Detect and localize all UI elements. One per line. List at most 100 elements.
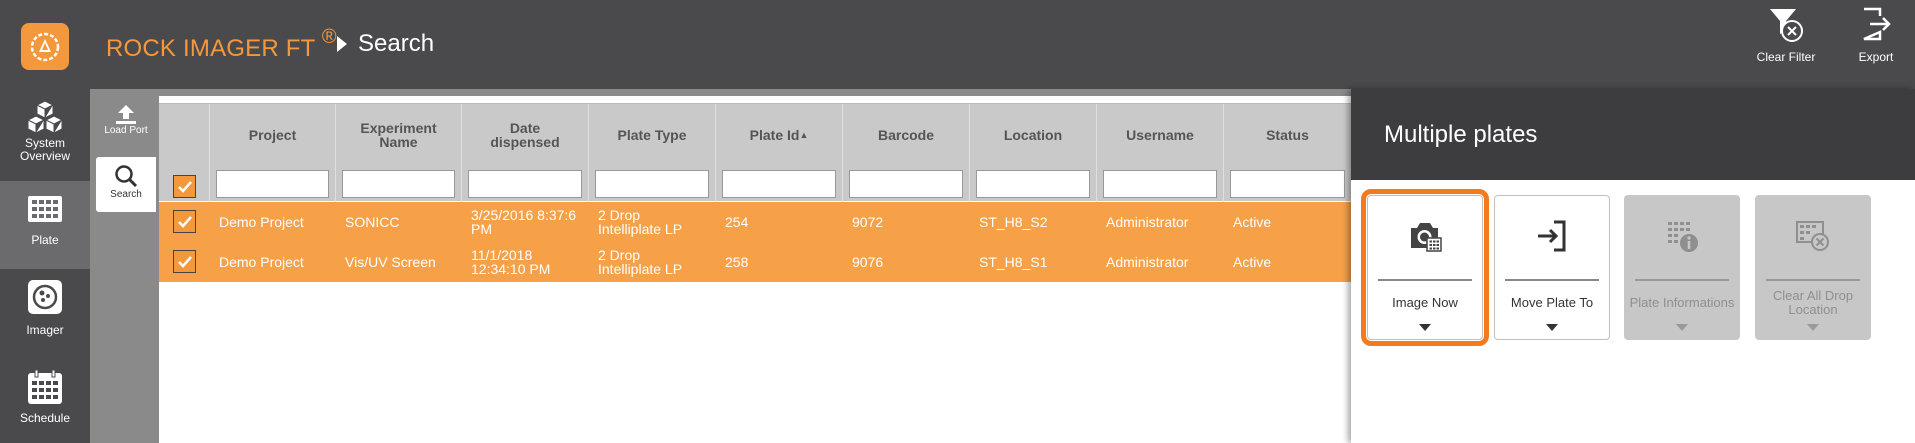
filter-input-plate-id[interactable]	[722, 170, 836, 198]
app-title: ROCK IMAGER FT ®	[106, 26, 337, 62]
cell-username: Administrator	[1106, 254, 1189, 270]
clear-all-drop-location-label: Clear All Drop Location	[1772, 288, 1854, 317]
column-header-project[interactable]: Project	[210, 104, 335, 166]
filter-input-project[interactable]	[216, 170, 329, 198]
clear-drop-icon-wrap	[1756, 216, 1870, 266]
export-button[interactable]: Export	[1831, 6, 1915, 76]
column-username: Username	[1096, 104, 1223, 202]
grid-header: Project Experiment Name Date dispensed P…	[159, 103, 1351, 202]
column-header-plate-type[interactable]: Plate Type	[589, 104, 715, 166]
cubes-icon	[26, 100, 64, 134]
button-separator	[1766, 279, 1860, 281]
column-header-experiment-name-text: Experiment Name	[360, 120, 437, 150]
nav-item-system-overview[interactable]: System Overview	[0, 99, 90, 179]
cell-project: Demo Project	[219, 254, 304, 270]
clear-all-drop-location-caret-icon	[1807, 324, 1819, 331]
filter-input-experiment-name[interactable]	[342, 170, 455, 198]
filter-input-barcode[interactable]	[849, 170, 963, 198]
plate-informations-button: Plate Informations	[1624, 195, 1740, 340]
button-separator	[1378, 279, 1472, 281]
cell-location: ST_H8_S1	[979, 254, 1048, 270]
filter-input-status[interactable]	[1230, 170, 1345, 198]
sub-item-search[interactable]: Search	[96, 157, 156, 212]
sub-item-load-port[interactable]: Load Port	[96, 103, 156, 147]
filter-input-username[interactable]	[1103, 170, 1217, 198]
sub-label-load-port: Load Port	[104, 125, 148, 136]
clear-filter-icon	[1770, 9, 1803, 42]
breadcrumb-current-page: Search	[358, 30, 435, 57]
move-plate-to-caret-icon[interactable]	[1546, 324, 1558, 331]
column-header-plate-id[interactable]: Plate Id ▲	[716, 104, 842, 166]
export-icon	[1863, 7, 1891, 41]
move-plate-icon-wrap	[1495, 216, 1609, 266]
plate-informations-caret-icon	[1676, 324, 1688, 331]
column-location: Location	[969, 104, 1096, 202]
panel-title: Multiple plates	[1384, 121, 1538, 148]
plate-grid-icon	[28, 196, 62, 222]
breadcrumb-arrow-icon	[337, 36, 347, 52]
top-bar: ROCK IMAGER FT ® Search Clear Filter Exp…	[0, 0, 1915, 89]
plate-info-icon-wrap	[1625, 216, 1739, 266]
nav-item-imager[interactable]: Imager	[0, 279, 90, 359]
sub-label-search: Search	[110, 189, 142, 200]
plate-info-icon	[1668, 222, 1698, 252]
nav-label-plate: Plate	[31, 233, 59, 247]
cell-barcode: 9076	[852, 254, 884, 270]
registered-mark: ®	[321, 26, 337, 48]
calendar-icon	[28, 369, 62, 404]
table-row[interactable]: Demo Project SONICC 3/25/2016 8:37:6 PM …	[159, 202, 1351, 242]
cell-plate-id: 254	[725, 214, 749, 230]
move-plate-to-button[interactable]: Move Plate To	[1494, 195, 1610, 340]
cell-plate-type: 2 Drop Intelliplate LP	[598, 207, 683, 237]
column-project: Project	[209, 104, 335, 202]
left-navigation: System Overview Plate Imager Schedule	[0, 89, 90, 443]
plate-informations-label: Plate Informations	[1629, 295, 1735, 310]
checkmark-icon	[177, 215, 192, 228]
column-header-experiment-name[interactable]: Experiment Name	[336, 104, 461, 166]
cell-experiment-name: SONICC	[345, 214, 400, 230]
column-header-date-dispensed[interactable]: Date dispensed	[462, 104, 588, 166]
column-plate-type: Plate Type	[588, 104, 715, 202]
filter-input-date-dispensed[interactable]	[468, 170, 582, 198]
cell-status: Active	[1233, 254, 1272, 270]
select-all-checkbox[interactable]	[173, 175, 196, 198]
column-status: Status	[1223, 104, 1351, 202]
cell-username: Administrator	[1106, 214, 1189, 230]
column-header-username[interactable]: Username	[1097, 104, 1223, 166]
image-now-label: Image Now	[1392, 295, 1458, 310]
column-experiment-name: Experiment Name	[335, 104, 461, 202]
cell-plate-id: 258	[725, 254, 749, 270]
sort-ascending-icon: ▲	[799, 130, 809, 140]
image-now-button[interactable]: Image Now	[1361, 189, 1489, 346]
column-header-barcode[interactable]: Barcode	[843, 104, 969, 166]
row-checkbox[interactable]	[173, 210, 196, 233]
clear-all-drop-location-button: Clear All Drop Location	[1755, 195, 1871, 340]
row-checkbox[interactable]	[173, 250, 196, 273]
app-logo[interactable]	[21, 23, 69, 70]
load-port-icon	[116, 105, 136, 124]
sub-navigation: Load Port Search	[90, 89, 156, 443]
column-header-plate-id-text: Plate Id	[749, 127, 800, 143]
button-separator	[1505, 279, 1599, 281]
cell-plate-type: 2 Drop Intelliplate LP	[598, 247, 683, 277]
image-now-caret-icon[interactable]	[1419, 324, 1431, 331]
filter-input-plate-type[interactable]	[595, 170, 709, 198]
column-header-date-dispensed-text: Date dispensed	[490, 120, 560, 150]
clear-drop-icon	[1796, 221, 1829, 251]
clear-filter-button[interactable]: Clear Filter	[1741, 6, 1831, 76]
nav-item-plate[interactable]: Plate	[0, 181, 90, 269]
image-now-icon-wrap	[1368, 216, 1482, 266]
cell-location: ST_H8_S2	[979, 214, 1048, 230]
table-row[interactable]: Demo Project Vis/UV Screen 11/1/2018 12:…	[159, 242, 1351, 282]
column-header-location[interactable]: Location	[970, 104, 1096, 166]
button-separator	[1635, 279, 1729, 281]
cell-date-dispensed: 3/25/2016 8:37:6 PM	[471, 207, 577, 237]
move-plate-icon	[1538, 220, 1566, 252]
search-icon	[115, 165, 138, 188]
nav-item-schedule[interactable]: Schedule	[0, 369, 90, 443]
column-header-status[interactable]: Status	[1224, 104, 1351, 166]
camera-plate-icon	[1411, 223, 1442, 252]
move-plate-to-label: Move Plate To	[1510, 295, 1594, 310]
cell-experiment-name: Vis/UV Screen	[345, 254, 436, 270]
filter-input-location[interactable]	[976, 170, 1090, 198]
